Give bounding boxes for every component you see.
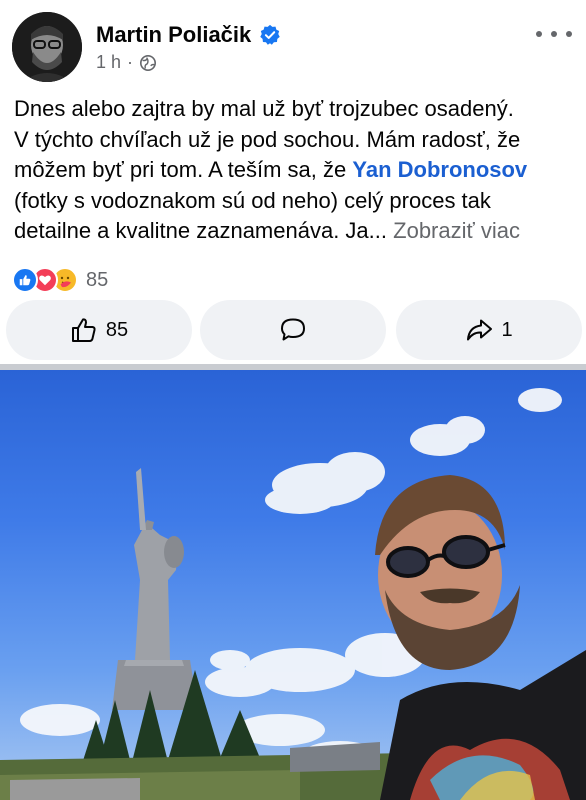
photo-illustration	[0, 388, 586, 800]
author-name-label[interactable]: Martin Poliačik	[96, 22, 251, 48]
more-dot-icon	[551, 31, 557, 37]
see-more-link[interactable]: Zobraziť viac	[393, 218, 520, 243]
share-arrow-icon	[467, 319, 493, 341]
post-text-segment: detailne a kvalitne zaznamenáva. Ja...	[14, 218, 388, 243]
share-button[interactable]: 1	[396, 300, 582, 360]
author-avatar[interactable]	[12, 12, 82, 82]
like-reaction-icon	[12, 267, 38, 293]
meta-separator: ·	[127, 52, 134, 72]
post-text-line: detailne a kvalitne zaznamenáva. Ja... Z…	[14, 216, 574, 247]
verified-badge-icon	[260, 24, 280, 45]
comment-bubble-icon	[281, 318, 305, 341]
action-bar: 85 1	[0, 300, 586, 360]
more-options-button[interactable]	[536, 22, 572, 46]
comment-button[interactable]	[200, 300, 386, 360]
like-button[interactable]: 85	[6, 300, 192, 360]
more-dot-icon	[566, 31, 572, 37]
post-text-line: V týchto chvíľach už je pod sochou. Mám …	[14, 126, 521, 152]
like-count: 85	[105, 318, 129, 341]
globe-icon	[140, 54, 157, 71]
post-header: Martin Poliačik 1 h ·	[0, 0, 586, 90]
post-text-line: (fotky s vodoznakom sú od neho) celý pro…	[14, 187, 491, 213]
post-text-line: môžem byť pri tom. A teším sa, že Yan Do…	[14, 155, 574, 186]
post-photo[interactable]	[0, 370, 586, 800]
reaction-count[interactable]: 85	[86, 269, 108, 292]
post-time[interactable]: 1 h	[96, 52, 121, 73]
more-dot-icon	[536, 31, 542, 37]
thumbs-up-icon	[71, 318, 96, 342]
mention-link[interactable]: Yan Dobronosov	[352, 157, 527, 182]
avatar-portrait-icon	[12, 12, 82, 82]
share-count: 1	[501, 318, 513, 341]
post-meta: 1 h ·	[96, 52, 157, 73]
reactions-summary[interactable]: 85	[12, 266, 108, 294]
post-text-segment: môžem byť pri tom. A teším sa, že	[14, 157, 347, 182]
post-text-line: Dnes alebo zajtra by mal už byť trojzube…	[14, 96, 514, 121]
post-text: Dnes alebo zajtra by mal už byť trojzube…	[14, 94, 574, 247]
author-name[interactable]: Martin Poliačik	[96, 22, 281, 48]
